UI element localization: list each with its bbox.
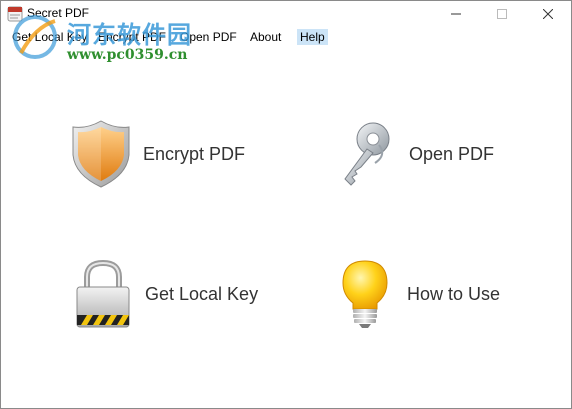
open-pdf-label: Open PDF bbox=[409, 143, 495, 164]
lightbulb-icon bbox=[342, 260, 388, 328]
watermark-logo-icon bbox=[13, 15, 57, 59]
watermark-url: www.pc0359.cn bbox=[67, 47, 188, 63]
encrypt-pdf-label: Encrypt PDF bbox=[143, 143, 246, 164]
close-button[interactable] bbox=[525, 1, 571, 27]
shield-icon bbox=[72, 120, 130, 188]
key-icon bbox=[344, 122, 390, 186]
close-icon bbox=[543, 9, 553, 19]
menu-help[interactable]: Help bbox=[297, 29, 328, 45]
get-local-key-label: Get Local Key bbox=[145, 283, 259, 304]
how-to-use-label: How to Use bbox=[407, 283, 501, 304]
minimize-button[interactable] bbox=[433, 1, 479, 27]
maximize-button[interactable] bbox=[479, 1, 525, 27]
encrypt-pdf-button[interactable]: Encrypt PDF bbox=[69, 119, 245, 189]
watermark-site-name: 河东软件园 bbox=[67, 21, 192, 49]
minimize-icon bbox=[451, 13, 461, 15]
padlock-icon bbox=[76, 259, 130, 328]
how-to-use-button[interactable]: How to Use bbox=[333, 259, 500, 329]
open-pdf-button[interactable]: Open PDF bbox=[335, 119, 494, 189]
get-local-key-button[interactable]: Get Local Key bbox=[71, 259, 258, 329]
app-window: Secret PDF Get Local Key Encrypt PDF Ope… bbox=[0, 0, 572, 409]
maximize-icon bbox=[497, 9, 507, 19]
menu-about[interactable]: About bbox=[247, 29, 284, 45]
